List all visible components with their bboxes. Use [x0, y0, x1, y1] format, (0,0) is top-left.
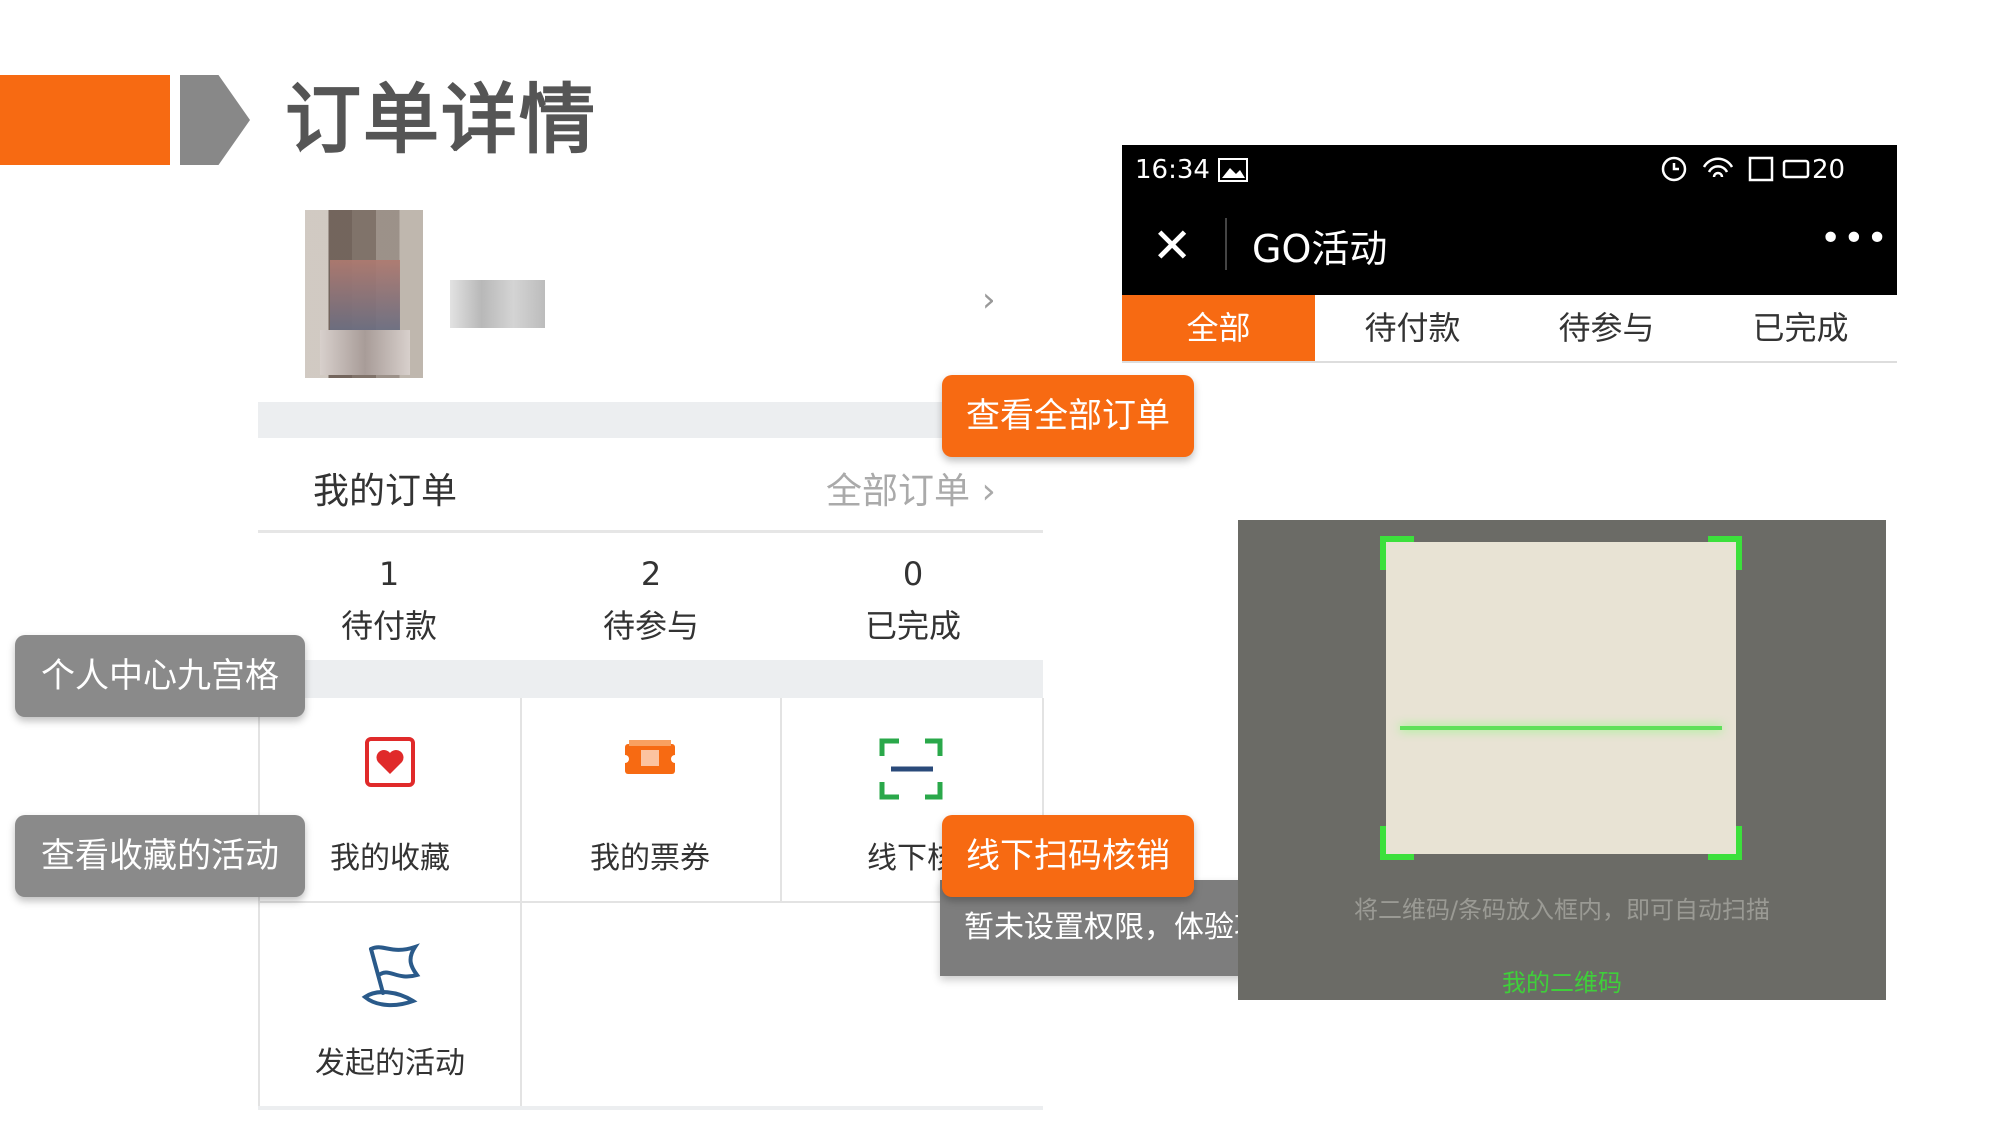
flag-icon	[361, 943, 421, 1008]
scan-frame	[1380, 536, 1742, 860]
profile-chevron-icon[interactable]: ›	[982, 280, 996, 320]
status-icons	[1660, 154, 1810, 188]
count-value: 0	[902, 555, 924, 593]
battery-level: 20	[1812, 155, 1846, 185]
count-value: 1	[378, 555, 400, 593]
orders-title: 我的订单	[313, 471, 458, 512]
callout-personal-grid: 个人中心九宫格	[15, 635, 305, 717]
all-orders-link[interactable]: 全部订单 ›	[826, 462, 996, 514]
personal-grid: 我的收藏 我的票券 线下核 发起的活动	[258, 698, 1044, 1108]
tab-pending-attend[interactable]: 待参与	[1510, 295, 1703, 361]
tab-pending-payment[interactable]: 待付款	[1316, 295, 1509, 361]
frame-corner	[1380, 826, 1414, 860]
username-blurred	[450, 280, 545, 328]
count-pending-payment[interactable]: 1 待付款	[258, 535, 520, 647]
page-title: 订单详情	[285, 75, 597, 164]
image-icon	[1218, 158, 1248, 186]
title-accent-bar	[0, 75, 170, 165]
close-icon[interactable]: ✕	[1152, 218, 1192, 274]
signal-icon	[1748, 156, 1774, 182]
order-tabs: 全部 待付款 待参与 已完成	[1122, 295, 1897, 363]
section-divider	[258, 660, 1043, 698]
callout-view-all-orders: 查看全部订单	[942, 375, 1194, 457]
scan-icon	[879, 738, 943, 800]
count-pending-attend[interactable]: 2 待参与	[520, 535, 782, 647]
ticket-icon	[621, 740, 679, 774]
avatar-lower	[320, 330, 410, 375]
order-counts: 1 待付款 2 待参与 0 已完成	[258, 535, 1043, 660]
grid-item-label: 我的票券	[590, 841, 710, 876]
grid-item-label: 发起的活动	[315, 1046, 465, 1081]
header-divider	[1225, 218, 1227, 270]
my-qr-link[interactable]: 我的二维码	[1238, 963, 1886, 998]
bottom-divider	[258, 1106, 1043, 1110]
callout-offline-scan: 线下扫码核销	[942, 815, 1194, 897]
tab-all[interactable]: 全部	[1122, 295, 1315, 361]
frame-corner	[1708, 536, 1742, 570]
wifi-icon	[1702, 157, 1734, 178]
battery-icon	[1782, 159, 1810, 179]
count-label: 已完成	[864, 607, 961, 645]
count-label: 待参与	[602, 607, 699, 645]
scan-line	[1400, 726, 1722, 730]
count-value: 2	[640, 555, 662, 593]
frame-corner	[1380, 536, 1414, 570]
heart-card-icon	[365, 737, 415, 787]
title-arrow-icon	[180, 75, 250, 165]
scan-hint: 将二维码/条码放入框内，即可自动扫描	[1353, 896, 1771, 924]
count-completed[interactable]: 0 已完成	[782, 535, 1044, 647]
grid-item-my-events[interactable]: 发起的活动	[258, 903, 522, 1108]
tab-completed[interactable]: 已完成	[1704, 295, 1897, 361]
callout-view-favorites: 查看收藏的活动	[15, 815, 305, 897]
grid-item-tickets[interactable]: 我的票券	[520, 698, 782, 903]
app-title: GO活动	[1252, 227, 1388, 271]
more-icon[interactable]: •••	[1820, 218, 1890, 259]
frame-corner	[1708, 826, 1742, 860]
section-divider	[258, 402, 1043, 438]
avatar-face	[330, 260, 400, 330]
status-time: 16:34	[1135, 155, 1210, 185]
